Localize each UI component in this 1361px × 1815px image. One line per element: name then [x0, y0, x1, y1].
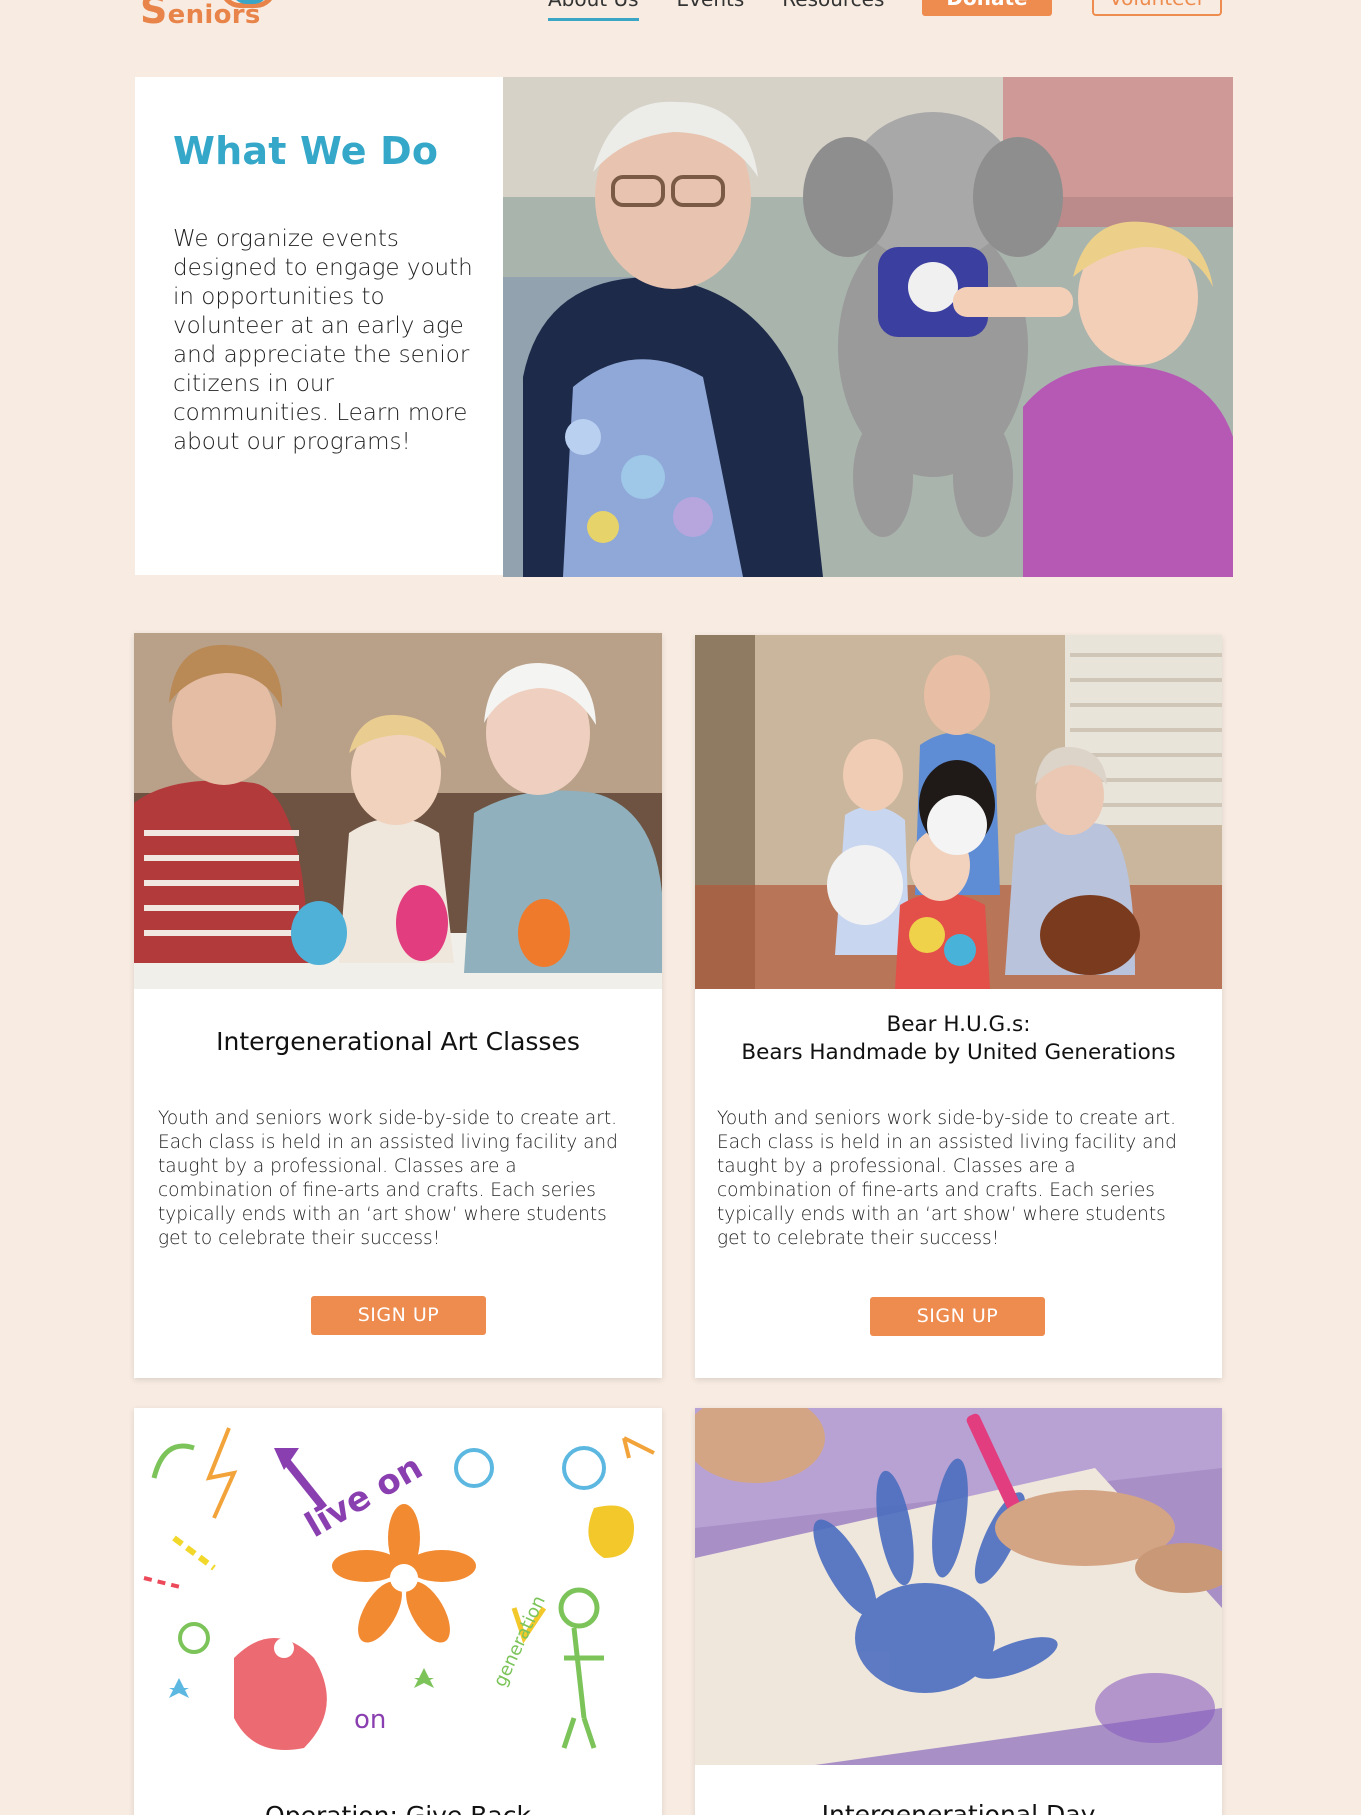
- donate-button[interactable]: Donate: [922, 0, 1052, 16]
- bear-hugs-description: Youth and seniors work side-by-side to c…: [717, 1108, 1177, 1249]
- bear-hugs-illustration: [695, 635, 1222, 989]
- art-classes-title: Intergenerational Art Classes: [216, 1027, 580, 1056]
- bear-hugs-signup-button[interactable]: SIGN UP: [870, 1297, 1045, 1336]
- doodle-on-text: on: [354, 1705, 386, 1735]
- hero-description: We organize events designed to engage yo…: [173, 226, 473, 455]
- nav-resources[interactable]: Resources: [782, 0, 884, 21]
- program-card-art-classes: Intergenerational Art Classes Youth and …: [134, 633, 662, 1378]
- handprint-craft-illustration: [695, 1408, 1222, 1765]
- bear-hugs-title: Bear H.U.G.s: Bears Handmade by United G…: [695, 1011, 1222, 1067]
- hero-photo-illustration: [503, 77, 1233, 577]
- generation-on-doodle-illustration: live on generation on: [134, 1408, 662, 1764]
- hero-title: What We Do: [173, 129, 439, 173]
- program-card-intergenerational-day: Intergenerational Day: [695, 1408, 1222, 1815]
- hero-text-panel: What We Do We organize events designed t…: [135, 77, 504, 575]
- art-classes-photo: [134, 633, 662, 989]
- art-classes-description: Youth and seniors work side-by-side to c…: [158, 1108, 618, 1249]
- program-card-bear-hugs: Bear H.U.G.s: Bears Handmade by United G…: [695, 635, 1222, 1378]
- bear-hugs-title-line1: Bear H.U.G.s:: [886, 1012, 1031, 1037]
- operation-give-back-artwork: live on generation on: [134, 1408, 662, 1764]
- nav-events[interactable]: Events: [677, 0, 745, 21]
- logo-initial: S: [140, 0, 168, 32]
- hero-photo: [503, 77, 1233, 577]
- site-header: Seniors About Us Events Resources Donate…: [0, 0, 1361, 50]
- main-nav: About Us Events Resources: [548, 0, 884, 21]
- bear-hugs-title-line2: Bears Handmade by United Generations: [741, 1040, 1176, 1065]
- art-classes-signup-button[interactable]: SIGN UP: [311, 1296, 486, 1335]
- program-card-operation-give-back: live on generation on: [134, 1408, 662, 1815]
- bear-hugs-photo: [695, 635, 1222, 989]
- intergenerational-day-title: Intergenerational Day: [821, 1800, 1096, 1815]
- operation-give-back-title: Operation: Give Back: [134, 1800, 662, 1815]
- intergenerational-day-photo: [695, 1408, 1222, 1765]
- art-classes-illustration: [134, 633, 662, 989]
- volunteer-button[interactable]: Volunteer: [1092, 0, 1222, 16]
- nav-about-us[interactable]: About Us: [548, 0, 639, 21]
